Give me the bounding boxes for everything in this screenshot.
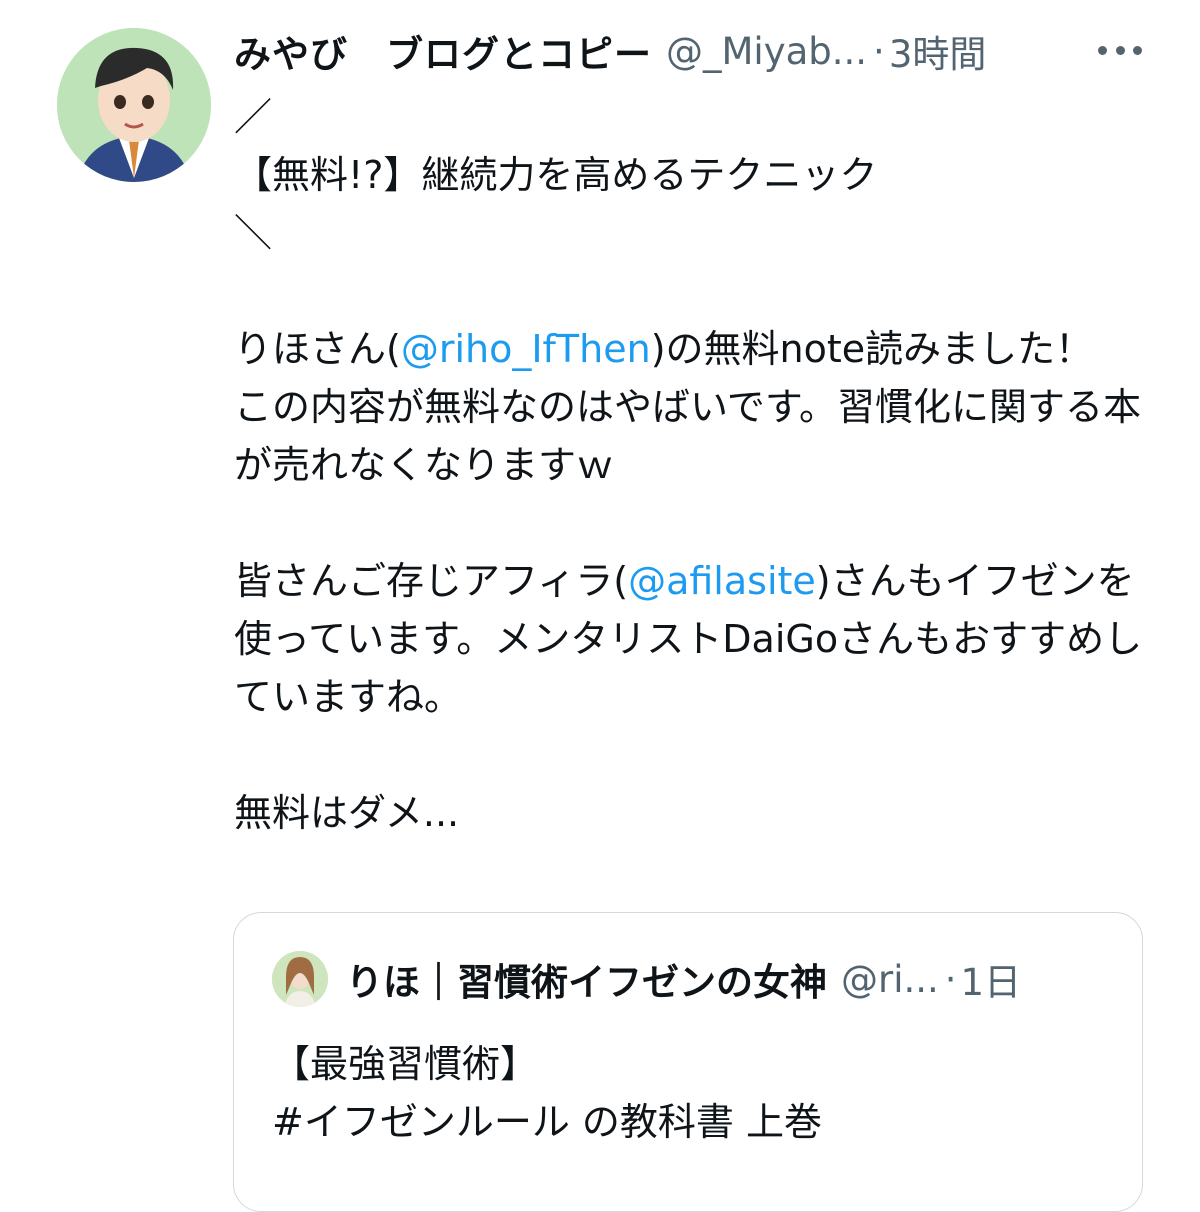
mention-link-riho[interactable]: @riho_IfThen xyxy=(401,327,651,371)
tweet-body: ／ 【無料!?】継続力を高めるテクニック ＼ りほさん(@riho_IfThen… xyxy=(234,88,1164,842)
quoted-line-2: #イフゼンルール の教科書 上巻 xyxy=(272,1100,822,1144)
author-name[interactable]: みやび ブログとコピー xyxy=(234,24,652,78)
quoted-author-avatar xyxy=(272,951,328,1007)
avatar-illustration xyxy=(57,28,211,182)
author-handle[interactable]: @_Miyab... xyxy=(666,30,867,73)
quoted-line-1: 【最強習慣術】 xyxy=(272,1042,539,1086)
quoted-timestamp[interactable]: 1日 xyxy=(961,952,1022,1006)
quoted-avatar-illustration xyxy=(272,951,328,1007)
tweet-header: みやび ブログとコピー @_Miyab... · 3時間 xyxy=(234,20,1164,82)
quoted-tweet[interactable]: りほ｜習慣術イフゼンの女神 @ri... · 1日 【最強習慣術】 #イフゼンル… xyxy=(233,912,1143,1212)
separator-dot: · xyxy=(873,29,885,73)
author-avatar[interactable] xyxy=(57,28,211,182)
body-line-1: ／ xyxy=(234,95,273,139)
body-line-3: ＼ xyxy=(234,211,273,255)
quoted-author-handle[interactable]: @ri... xyxy=(841,958,939,1001)
timestamp[interactable]: 3時間 xyxy=(889,24,987,78)
quoted-author-name[interactable]: りほ｜習慣術イフゼンの女神 xyxy=(346,952,827,1006)
quoted-separator-dot: · xyxy=(944,957,957,1001)
paragraph-1-start: りほさん( xyxy=(234,327,401,371)
paragraph-3: 無料はダメ... xyxy=(234,791,460,835)
quoted-tweet-header: りほ｜習慣術イフゼンの女神 @ri... · 1日 xyxy=(272,951,1021,1007)
paragraph-2-start: 皆さんご存じアフィラ( xyxy=(234,559,629,603)
body-line-2: 【無料!?】継続力を高めるテクニック xyxy=(234,153,878,197)
quoted-tweet-body: 【最強習慣術】 #イフゼンルール の教科書 上巻 xyxy=(272,1035,822,1151)
tweet-content: みやび ブログとコピー @_Miyab... · 3時間 ／ 【無料!?】継続力… xyxy=(234,20,1164,842)
mention-link-afilasite[interactable]: @afilasite xyxy=(628,559,816,603)
